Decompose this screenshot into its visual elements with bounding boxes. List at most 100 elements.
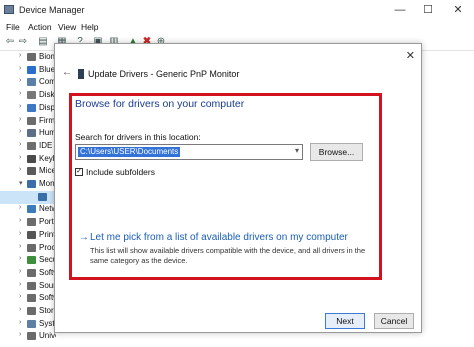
chevron-down-icon[interactable]: ▾ — [295, 146, 299, 155]
tree-item[interactable]: ›Security — [0, 254, 56, 267]
device-category-icon — [27, 243, 36, 252]
device-category-icon — [38, 192, 47, 201]
device-category-icon — [27, 154, 36, 163]
browse-heading: Browse for drivers on your computer — [75, 98, 245, 110]
include-subfolders-checkbox[interactable]: ✓ — [75, 168, 83, 176]
device-category-icon — [27, 129, 36, 138]
chevron-right-icon[interactable]: › — [19, 281, 21, 288]
forward-arrow-icon[interactable]: ⇨ — [17, 36, 29, 48]
next-button[interactable]: Next — [325, 313, 365, 329]
chevron-right-icon[interactable]: › — [19, 243, 21, 250]
dialog-title: Update Drivers - Generic PnP Monitor — [88, 69, 240, 79]
device-category-icon — [27, 103, 36, 112]
tree-item[interactable]: › Print — [0, 229, 56, 242]
tree-item[interactable]: ›Human — [0, 127, 56, 140]
device-manager-icon — [4, 5, 14, 14]
chevron-right-icon[interactable]: › — [19, 217, 21, 224]
device-category-icon — [27, 268, 36, 277]
tree-item[interactable]: ›Network — [0, 203, 56, 216]
chevron-right-icon[interactable]: › — [19, 90, 21, 97]
tree-item[interactable]: ›Bluetooth — [0, 64, 56, 77]
device-category-icon — [27, 307, 36, 315]
device-category-icon — [27, 218, 36, 227]
chevron-right-icon[interactable]: › — [19, 52, 21, 59]
tree-view-icon[interactable]: ▤ — [37, 36, 49, 48]
device-category-icon — [27, 256, 36, 265]
chevron-right-icon[interactable]: › — [19, 141, 21, 148]
tree-item[interactable]: ›Biometric — [0, 51, 56, 64]
menu-action[interactable]: Action — [28, 22, 52, 32]
browse-button[interactable]: Browse... — [310, 143, 363, 161]
device-category-icon — [27, 294, 36, 303]
device-category-icon — [27, 78, 36, 87]
pick-driver-link[interactable]: Let me pick from a list of available dri… — [90, 232, 348, 243]
tree-item[interactable]: ›System — [0, 318, 56, 331]
tree-item[interactable]: ›Computer — [0, 76, 56, 89]
device-category-icon — [27, 281, 36, 290]
chevron-right-icon[interactable]: › — [19, 230, 21, 237]
device-category-icon — [27, 205, 36, 214]
tree-item[interactable]: ›Universal — [0, 330, 56, 343]
pick-driver-description: This list will show available drivers co… — [90, 246, 366, 265]
device-category-icon — [27, 332, 36, 341]
search-location-label: Search for drivers in this location: — [75, 132, 201, 142]
device-category-icon — [27, 319, 36, 328]
chevron-right-icon[interactable]: › — [19, 65, 21, 72]
tree-item[interactable]: › IDE — [0, 140, 56, 153]
minimize-button[interactable]: — — [386, 0, 414, 20]
tree-item[interactable]: ›Software — [0, 292, 56, 305]
tree-item[interactable]: ›Software — [0, 267, 56, 280]
chevron-right-icon[interactable]: › — [19, 128, 21, 135]
chevron-right-icon[interactable]: › — [19, 255, 21, 262]
tree-item[interactable]: ▾Monitors — [0, 178, 56, 191]
chevron-right-icon[interactable]: › — [19, 103, 21, 110]
tree-item[interactable]: ›Display — [0, 102, 56, 115]
device-category-icon — [27, 141, 36, 150]
menu-bar: File Action View Help — [0, 20, 474, 34]
chevron-right-icon[interactable]: › — [19, 268, 21, 275]
menu-file[interactable]: File — [6, 22, 20, 32]
monitor-icon — [78, 69, 84, 79]
chevron-right-icon[interactable]: › — [19, 166, 21, 173]
device-category-icon — [27, 65, 36, 74]
back-arrow-icon[interactable]: ⇦ — [4, 36, 16, 48]
tree-item[interactable]: ›Sound — [0, 280, 56, 293]
chevron-right-icon[interactable]: › — [19, 77, 21, 84]
menu-help[interactable]: Help — [81, 22, 98, 32]
tree-item[interactable]: ›Firmware — [0, 115, 56, 128]
tree-item[interactable]: ›Processors — [0, 242, 56, 255]
driver-path-value: C:\Users\USER\Documents — [78, 147, 181, 157]
tree-item[interactable]: ›Keyboards — [0, 153, 56, 166]
tree-item[interactable]: › Ports — [0, 216, 56, 229]
window-title: Device Manager — [19, 5, 85, 15]
device-category-icon — [27, 116, 36, 125]
chevron-right-icon[interactable]: › — [19, 116, 21, 123]
menu-view[interactable]: View — [58, 22, 76, 32]
tree-item[interactable] — [0, 190, 56, 204]
chevron-right-icon[interactable]: › — [19, 319, 21, 326]
cancel-button[interactable]: Cancel — [374, 313, 414, 329]
chevron-right-icon[interactable]: › — [19, 293, 21, 300]
dialog-back-button[interactable]: ← — [62, 67, 72, 78]
maximize-button[interactable]: ☐ — [414, 0, 442, 20]
dialog-close-button[interactable]: ✕ — [406, 49, 415, 62]
device-category-icon — [27, 167, 36, 176]
chevron-down-icon[interactable]: ▾ — [19, 179, 23, 187]
update-drivers-dialog: ✕ ← Update Drivers - Generic PnP Monitor… — [54, 43, 422, 333]
device-category-icon — [27, 91, 36, 100]
chevron-right-icon[interactable]: › — [19, 331, 21, 338]
device-category-icon — [27, 53, 36, 61]
driver-path-input[interactable]: C:\Users\USER\Documents ▾ — [75, 144, 303, 160]
tree-item[interactable]: ›Storage — [0, 305, 56, 318]
chevron-right-icon[interactable]: › — [19, 306, 21, 313]
device-tree: ›Biometric›Bluetooth›Computer›Disk drive… — [0, 51, 56, 347]
include-subfolders-label: Include subfolders — [86, 167, 155, 177]
chevron-right-icon[interactable]: › — [19, 154, 21, 161]
window-close-button[interactable]: ✕ — [444, 0, 472, 20]
device-category-icon — [27, 230, 36, 239]
tree-item[interactable]: › Mice — [0, 165, 56, 178]
tree-item[interactable]: ›Disk drives — [0, 89, 56, 102]
window-titlebar: Device Manager — ☐ ✕ — [0, 0, 474, 21]
device-category-icon — [27, 180, 36, 188]
chevron-right-icon[interactable]: › — [19, 204, 21, 211]
